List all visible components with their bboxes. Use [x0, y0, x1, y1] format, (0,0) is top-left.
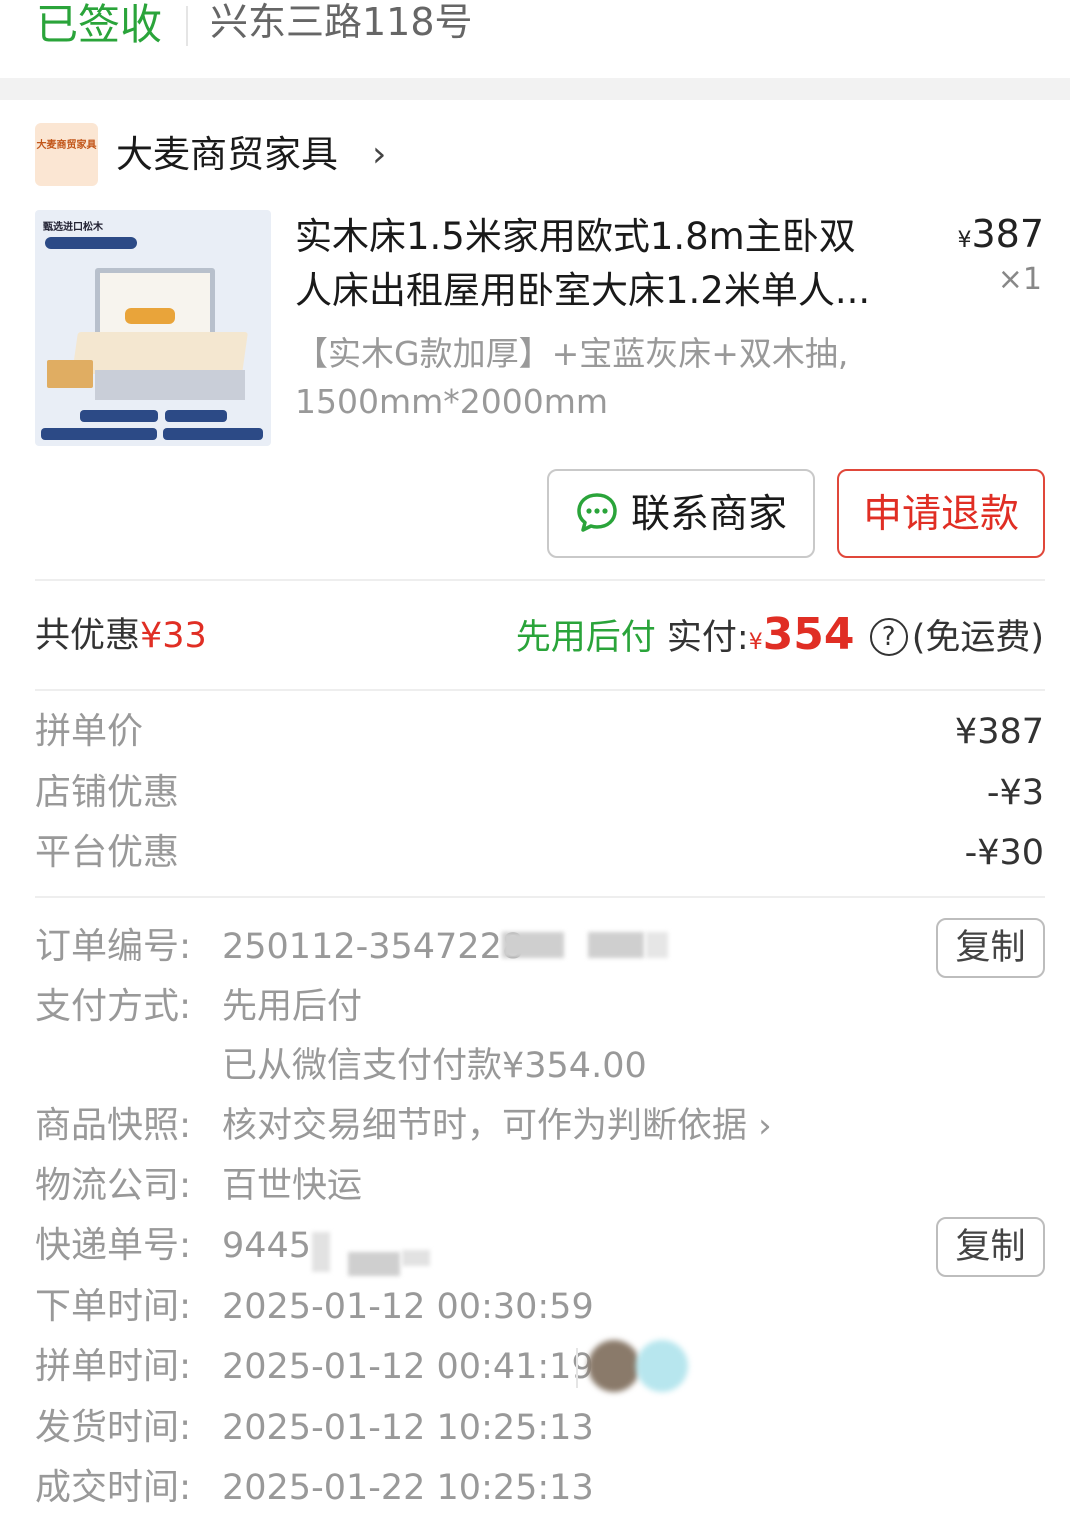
order-number-label: 订单编号:: [35, 926, 192, 967]
chat-bubble-icon: [577, 492, 617, 532]
savings-label: 共优惠: [35, 616, 141, 656]
redacted-tracking-number: [402, 1250, 430, 1266]
group-member-avatar[interactable]: [636, 1340, 688, 1392]
product-image-caption: 甄选进口松木: [43, 222, 103, 233]
status-divider: [186, 6, 188, 46]
snapshot-text: 核对交易细节时，可作为判断依据: [222, 1106, 748, 1146]
deal-time-label: 成交时间:: [35, 1467, 192, 1508]
shop-logo[interactable]: 大麦商贸家具: [35, 123, 98, 186]
redacted-order-number: [588, 932, 644, 958]
courier-label: 物流公司:: [35, 1165, 192, 1206]
price-currency-symbol: ¥: [957, 228, 972, 253]
section-divider: [35, 579, 1045, 581]
courier-value: 百世快运: [222, 1166, 363, 1206]
total-savings: 共优惠¥33: [35, 612, 207, 660]
amount-paid: 先用后付 实付:¥354 ? (免运费): [516, 606, 1044, 672]
delivery-status-bar[interactable]: 已签收 兴东三路118号: [0, 0, 1070, 78]
bed-drawer-graphic: [47, 360, 93, 388]
chevron-right-icon[interactable]: ›: [372, 132, 386, 178]
redacted-tracking-number: [348, 1252, 400, 1276]
shipping-note: (免运费): [911, 618, 1044, 658]
product-spec-line-2: 1500mm*2000mm: [295, 382, 609, 421]
chevron-right-icon: ›: [758, 1106, 772, 1146]
group-price-label: 拼单价: [35, 711, 144, 752]
product-thumbnail[interactable]: 甄选进口松木: [35, 210, 271, 446]
redacted-order-number: [502, 932, 564, 958]
contact-merchant-label: 联系商家: [630, 492, 787, 537]
shop-logo-text: 大麦商贸家具: [36, 140, 97, 151]
product-title-line-1: 实木床1.5米家用欧式1.8m主卧双: [295, 215, 856, 258]
bed-headboard-graphic: [95, 268, 215, 340]
paid-currency-symbol: ¥: [748, 630, 763, 655]
pay-later-label: 先用后付: [515, 618, 656, 658]
deal-time-value: 2025-01-22 10:25:13: [222, 1468, 594, 1508]
product-image-badge: [80, 410, 158, 422]
tracking-number-value: 9445: [222, 1226, 312, 1266]
ship-time-label: 发货时间:: [35, 1407, 192, 1448]
contact-merchant-button[interactable]: 联系商家: [547, 469, 815, 558]
shop-name[interactable]: 大麦商贸家具: [116, 130, 338, 180]
ship-time-value: 2025-01-12 10:25:13: [222, 1408, 594, 1448]
group-member-avatar[interactable]: [588, 1340, 640, 1392]
group-time-label: 拼单时间:: [35, 1346, 192, 1387]
payment-method-value: 先用后付: [222, 987, 363, 1027]
tracking-number-label: 快递单号:: [35, 1225, 192, 1266]
product-spec: 【实木G款加厚】+宝蓝灰床+双木抽, 1500mm*2000mm: [295, 330, 935, 426]
order-time-value: 2025-01-12 00:30:59: [222, 1287, 594, 1327]
store-discount-value: -¥3: [986, 773, 1044, 813]
bed-frame-graphic: [95, 370, 245, 400]
delivery-status-label: 已签收: [36, 0, 163, 49]
platform-discount-value: -¥30: [964, 833, 1044, 873]
snapshot-link[interactable]: 核对交易细节时，可作为判断依据 ›: [222, 1100, 772, 1152]
redacted-tracking-number: [312, 1232, 330, 1272]
price-value: 387: [971, 212, 1044, 256]
bed-pillow-graphic: [125, 308, 175, 324]
order-time-label: 下单时间:: [35, 1286, 192, 1327]
group-time-value: 2025-01-12 00:41:19: [222, 1347, 594, 1387]
platform-discount-label: 平台优惠: [35, 832, 180, 873]
product-quantity: ×1: [997, 262, 1042, 297]
delivery-address: 兴东三路118号: [210, 0, 473, 44]
savings-amount: ¥33: [140, 616, 207, 656]
payment-method-label: 支付方式:: [35, 986, 192, 1027]
request-refund-button[interactable]: 申请退款: [837, 469, 1045, 558]
payment-note: 已从微信支付付款¥354.00: [222, 1046, 647, 1086]
snapshot-label: 商品快照:: [35, 1105, 192, 1146]
section-gap: [0, 78, 1070, 100]
group-price-value: ¥387: [954, 712, 1044, 752]
help-circle-icon[interactable]: ?: [869, 618, 908, 656]
section-divider: [35, 689, 1045, 691]
paid-label: 实付:: [666, 618, 749, 658]
product-price: ¥387: [957, 212, 1044, 256]
store-discount-label: 店铺优惠: [35, 772, 180, 813]
product-title[interactable]: 实木床1.5米家用欧式1.8m主卧双 人床出租屋用卧室大床1.2米单人...: [295, 210, 910, 318]
paid-amount: 354: [762, 609, 855, 660]
product-image-badge: [165, 410, 227, 422]
redacted-order-number: [646, 932, 668, 958]
product-image-badge: [41, 428, 157, 440]
order-number-value: 250112-3547228: [222, 927, 525, 967]
product-image-badge: [163, 428, 263, 440]
product-title-line-2: 人床出租屋用卧室大床1.2米单人...: [295, 269, 871, 312]
product-spec-line-1: 【实木G款加厚】+宝蓝灰床+双木抽,: [295, 334, 849, 373]
bed-mattress-graphic: [72, 332, 248, 374]
section-divider: [35, 896, 1045, 898]
product-image-tag: [45, 237, 137, 249]
copy-order-number-button[interactable]: 复制: [936, 918, 1045, 978]
group-divider: [576, 1348, 578, 1388]
copy-tracking-number-button[interactable]: 复制: [936, 1217, 1045, 1277]
